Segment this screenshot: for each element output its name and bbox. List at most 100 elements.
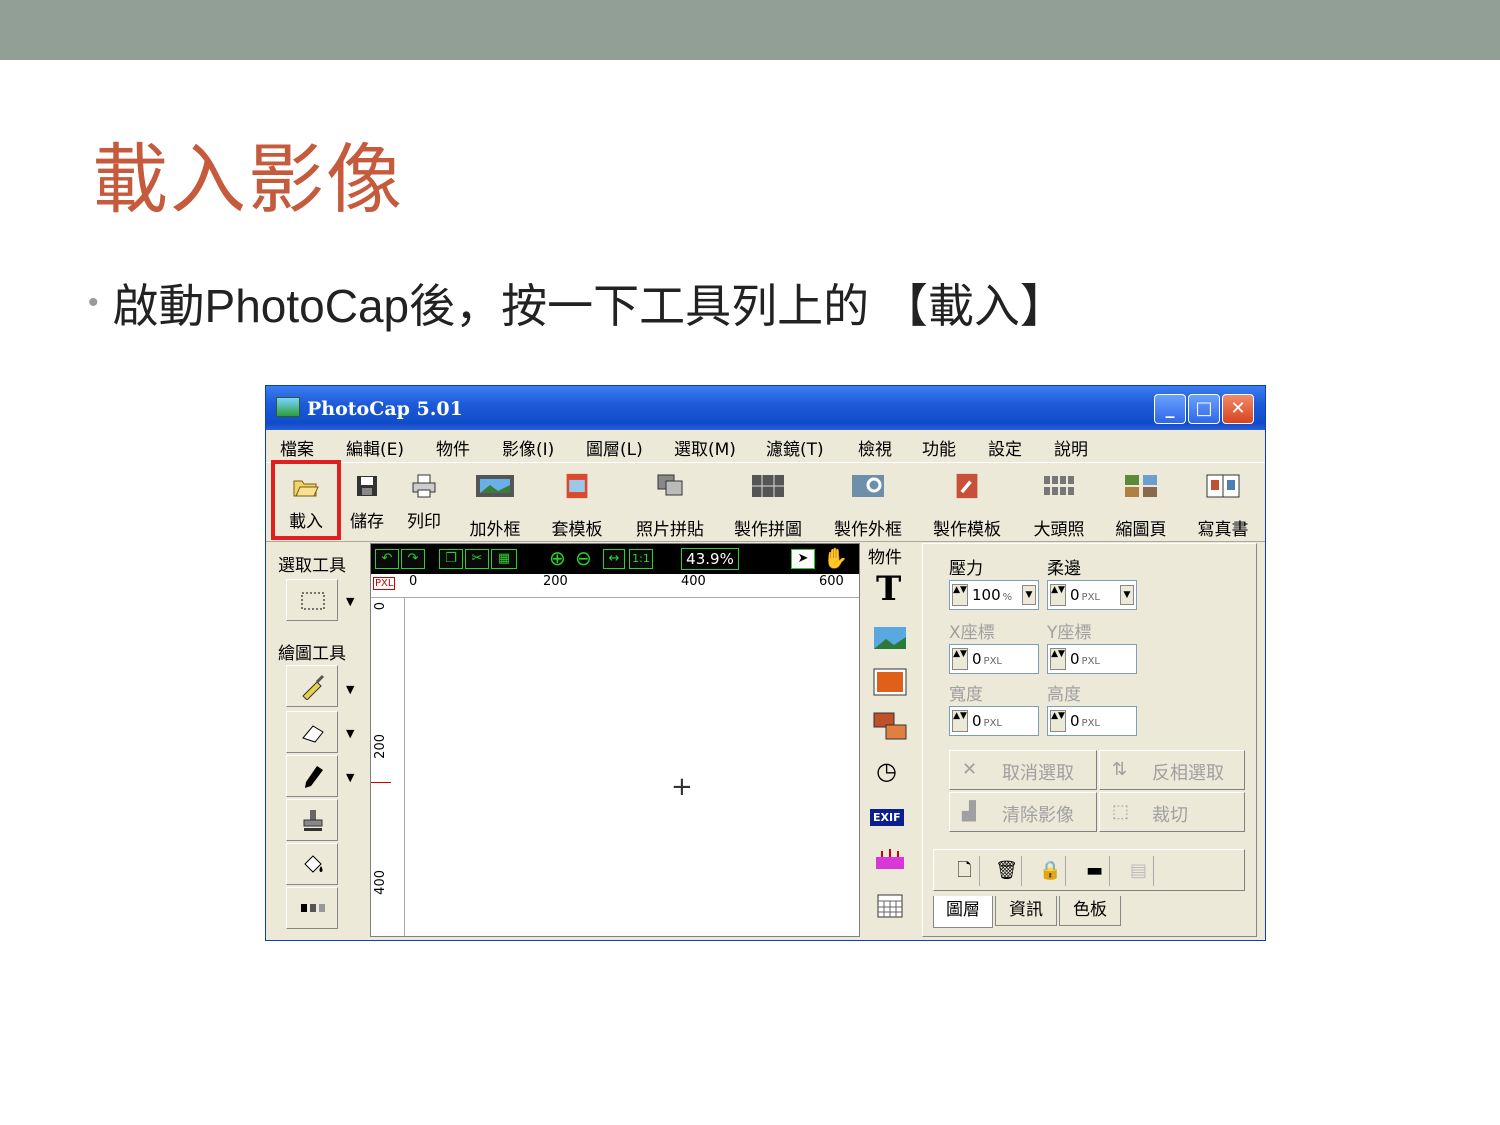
pressure-unit: % xyxy=(1002,592,1013,603)
layer-image-icon[interactable]: ▬ xyxy=(1080,856,1110,886)
menu-functions[interactable]: 功能 xyxy=(922,435,956,460)
crop-icon: ⬚ xyxy=(1112,801,1130,822)
tab-layers[interactable]: 圖層 xyxy=(933,896,993,928)
chevron-down-icon[interactable]: ▼ xyxy=(346,683,354,696)
pointer-tool-icon[interactable]: ➤ xyxy=(791,549,815,569)
pressure-field[interactable]: ▲▼ 100% ▼ xyxy=(949,580,1039,610)
width-unit: PXL xyxy=(983,718,1002,729)
spinner-arrows-icon[interactable]: ▲▼ xyxy=(952,584,968,606)
spinner-arrows-icon[interactable]: ▲▼ xyxy=(952,710,968,732)
clock-icon[interactable]: ◷ xyxy=(876,757,897,785)
spinner-arrows-icon[interactable]: ▲▼ xyxy=(1050,710,1066,732)
tab-info[interactable]: 資訊 xyxy=(995,896,1057,926)
undo-button[interactable]: ↶ xyxy=(375,549,399,569)
book-icon xyxy=(1206,474,1240,498)
canvas-area[interactable]: ↶ ↷ ❐ ✂ ▦ ⊕ ⊖ ↔ 1:1 43.9% ➤ ✋ PXL 0 200 … xyxy=(370,543,860,937)
menu-image[interactable]: 影像(I) xyxy=(502,435,554,460)
crop-label: 裁切 xyxy=(1152,805,1188,826)
thumbnail-page-button[interactable]: 縮圖頁 xyxy=(1108,463,1174,541)
brush-tool[interactable] xyxy=(286,665,338,707)
chevron-down-icon[interactable]: ▼ xyxy=(1022,585,1036,605)
menu-help[interactable]: 說明 xyxy=(1054,435,1088,460)
menu-filter[interactable]: 濾鏡(T) xyxy=(766,435,824,460)
cancel-selection-button[interactable]: ✕ 取消選取 xyxy=(949,750,1097,790)
draw-tools-label: 繪圖工具 xyxy=(278,644,346,664)
minimize-button[interactable]: _ xyxy=(1154,394,1186,424)
object-label: 物件 xyxy=(868,548,902,568)
menu-edit[interactable]: 編輯(E) xyxy=(346,435,404,460)
height-field[interactable]: ▲▼ 0 PXL xyxy=(1047,706,1137,736)
close-button[interactable]: ✕ xyxy=(1222,394,1254,424)
main-toolbar: 載入 儲存 列印 加外框 套模板 照片拼貼 製作拼圖 製作外框 製作模板 大頭照… xyxy=(266,462,1265,542)
zoom-level[interactable]: 43.9% xyxy=(681,548,739,570)
menu-select[interactable]: 選取(M) xyxy=(674,435,736,460)
delete-layer-icon[interactable]: 🗑 xyxy=(992,856,1022,886)
copy-button[interactable]: ❐ xyxy=(439,549,463,569)
hand-tool-icon[interactable]: ✋ xyxy=(823,546,848,570)
menu-file[interactable]: 檔案 xyxy=(280,435,314,460)
gradient-tool[interactable] xyxy=(286,887,338,929)
image-object-icon[interactable] xyxy=(872,623,908,653)
width-field[interactable]: ▲▼ 0 PXL xyxy=(949,706,1039,736)
zoom-out-icon[interactable]: ⊖ xyxy=(575,546,592,570)
x-coord-field[interactable]: ▲▼ 0 PXL xyxy=(949,644,1039,674)
exif-button[interactable]: EXIF xyxy=(870,809,904,826)
make-frame-label: 製作外框 xyxy=(834,520,902,540)
spinner-arrows-icon[interactable]: ▲▼ xyxy=(1050,584,1066,606)
height-unit: PXL xyxy=(1081,718,1100,729)
app-icon xyxy=(276,397,300,417)
calendar-icon[interactable] xyxy=(872,891,908,921)
zoom-actual-button[interactable]: 1:1 xyxy=(629,549,653,569)
crop-button[interactable]: ⬚ 裁切 xyxy=(1099,792,1245,832)
menu-view[interactable]: 檢視 xyxy=(858,435,892,460)
tab-palette[interactable]: 色板 xyxy=(1059,896,1121,926)
invert-selection-button[interactable]: ⇅ 反相選取 xyxy=(1099,750,1245,790)
menu-settings[interactable]: 設定 xyxy=(988,435,1022,460)
redo-button[interactable]: ↷ xyxy=(401,549,425,569)
save-button[interactable]: 儲存 xyxy=(342,463,392,541)
spinner-arrows-icon[interactable]: ▲▼ xyxy=(1050,648,1066,670)
chevron-down-icon[interactable]: ▼ xyxy=(1120,585,1134,605)
spinner-arrows-icon[interactable]: ▲▼ xyxy=(952,648,968,670)
lock-icon[interactable]: 🔒 xyxy=(1036,856,1066,886)
menu-layer[interactable]: 圖層(L) xyxy=(586,435,643,460)
maximize-button[interactable]: □ xyxy=(1188,394,1220,424)
add-frame-button[interactable]: 加外框 xyxy=(462,463,528,541)
photo-object-icon[interactable] xyxy=(872,667,908,697)
make-puzzle-button[interactable]: 製作拼圖 xyxy=(726,463,810,541)
eraser-tool[interactable] xyxy=(286,711,338,753)
photo-collage-button[interactable]: 照片拼貼 xyxy=(628,463,712,541)
ruler-tick-label: 600 xyxy=(819,574,844,589)
menu-object[interactable]: 物件 xyxy=(436,435,470,460)
text-tool-icon[interactable]: T xyxy=(876,569,901,609)
zoom-in-icon[interactable]: ⊕ xyxy=(549,546,566,570)
x-icon: ✕ xyxy=(962,759,978,780)
stamp-tool[interactable] xyxy=(286,799,338,841)
clear-image-button[interactable]: ▟ 清除影像 xyxy=(949,792,1097,832)
paste-button[interactable]: ▦ xyxy=(491,549,517,569)
fill-tool[interactable] xyxy=(286,843,338,885)
make-template-button[interactable]: 製作模板 xyxy=(928,463,1006,541)
wrench-template-icon xyxy=(956,473,978,499)
soft-edge-label: 柔邊 xyxy=(1047,559,1081,579)
print-button[interactable]: 列印 xyxy=(398,463,450,541)
chevron-down-icon[interactable]: ▼ xyxy=(346,771,354,784)
id-photo-button[interactable]: 大頭照 xyxy=(1026,463,1092,541)
soft-edge-value: 0 xyxy=(1070,586,1080,604)
make-frame-button[interactable]: 製作外框 xyxy=(826,463,910,541)
new-layer-icon[interactable]: 🗋 xyxy=(950,856,980,886)
layer-properties-icon[interactable]: ▤ xyxy=(1124,856,1154,886)
soft-edge-field[interactable]: ▲▼ 0 PXL ▼ xyxy=(1047,580,1137,610)
window-titlebar[interactable]: PhotoCap 5.01 _ □ ✕ xyxy=(266,386,1265,430)
chevron-down-icon[interactable]: ▼ xyxy=(346,595,354,608)
cake-icon[interactable] xyxy=(872,843,908,873)
y-coord-field[interactable]: ▲▼ 0 PXL xyxy=(1047,644,1137,674)
apply-template-button[interactable]: 套模板 xyxy=(544,463,610,541)
zoom-fit-button[interactable]: ↔ xyxy=(603,549,625,569)
pencil-tool[interactable] xyxy=(286,755,338,797)
photo-book-button[interactable]: 寫真書 xyxy=(1190,463,1256,541)
multi-photo-icon[interactable] xyxy=(872,711,908,741)
chevron-down-icon[interactable]: ▼ xyxy=(346,727,354,740)
cut-button[interactable]: ✂ xyxy=(465,549,489,569)
rectangle-select-tool[interactable] xyxy=(286,579,338,621)
